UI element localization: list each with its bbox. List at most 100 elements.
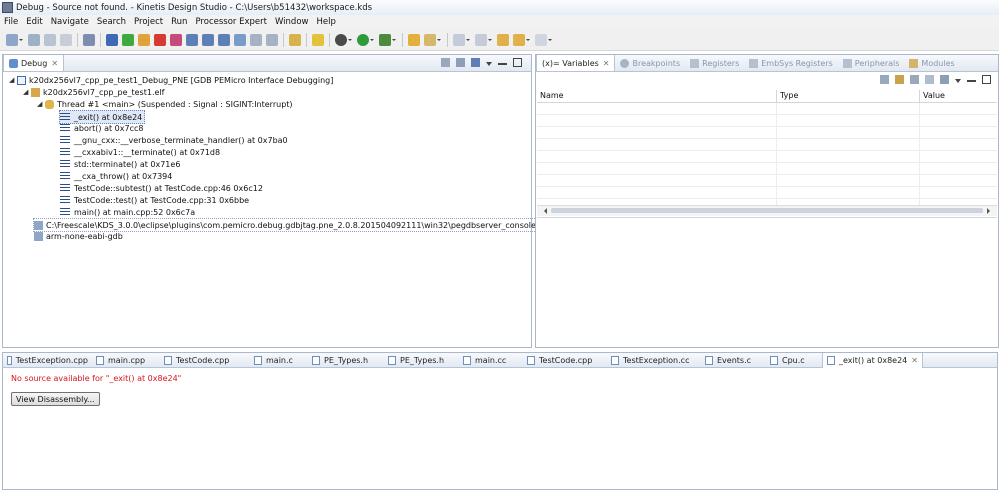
stack-frame[interactable]: __gnu_cxx::__verbose_terminate_handler()… xyxy=(60,134,288,146)
collapse-icon[interactable]: ◢ xyxy=(9,76,17,84)
scroll-thumb[interactable] xyxy=(551,208,983,213)
editor-tab[interactable]: main.cpp xyxy=(92,353,160,368)
search-icon[interactable] xyxy=(424,33,441,46)
column-header-type[interactable]: Type xyxy=(777,90,920,102)
view-disassembly-button[interactable]: View Disassembly... xyxy=(11,392,100,406)
maximize-icon[interactable] xyxy=(513,58,522,67)
minimize-icon[interactable] xyxy=(967,77,976,82)
editor-tab[interactable]: TestException.cc xyxy=(607,353,701,368)
menu-search[interactable]: Search xyxy=(93,17,130,27)
menu-edit[interactable]: Edit xyxy=(22,17,46,27)
restart-icon[interactable] xyxy=(312,33,324,46)
tab-variables[interactable]: (x)= Variables ✕ xyxy=(536,55,616,71)
close-icon[interactable]: ✕ xyxy=(603,59,610,68)
menu-processor-expert[interactable]: Processor Expert xyxy=(191,17,271,27)
detail-pane-divider[interactable] xyxy=(537,217,997,218)
show-type-names-icon[interactable] xyxy=(880,75,889,84)
print-icon[interactable] xyxy=(60,33,72,46)
editor-tab[interactable]: Events.c xyxy=(701,353,766,368)
instruction-stepping-icon[interactable] xyxy=(234,33,246,46)
close-icon[interactable]: ✕ xyxy=(51,59,58,68)
skip-breakpoints-icon[interactable] xyxy=(106,33,118,46)
stack-frame[interactable]: abort() at 0x7cc8 xyxy=(60,122,143,134)
editor-tab[interactable]: TestCode.cpp xyxy=(160,353,250,368)
close-icon[interactable]: ✕ xyxy=(911,356,918,365)
use-step-filters-icon[interactable] xyxy=(266,33,278,46)
debug-launch-icon[interactable] xyxy=(335,33,352,46)
menu-window[interactable]: Window xyxy=(271,17,313,27)
cpp-file-icon xyxy=(96,356,104,365)
resume-icon[interactable] xyxy=(122,33,134,46)
view-menu-icon[interactable] xyxy=(955,78,961,83)
open-type-icon[interactable] xyxy=(408,33,420,46)
editor-tab-active[interactable]: _exit() at 0x8e24 ✕ xyxy=(822,353,923,368)
horizontal-scrollbar[interactable] xyxy=(537,205,997,216)
remove-terminated-icon[interactable] xyxy=(441,58,450,67)
tab-debug[interactable]: Debug ✕ xyxy=(3,55,65,71)
instruction-step-mode-icon[interactable] xyxy=(471,58,480,67)
menu-run[interactable]: Run xyxy=(167,17,191,27)
external-tools-icon[interactable] xyxy=(379,33,396,46)
last-edit-location-icon[interactable] xyxy=(497,33,509,46)
minimize-icon[interactable] xyxy=(498,60,507,65)
suspend-icon[interactable] xyxy=(138,33,150,46)
tree-item-gdb-process[interactable]: arm-none-eabi-gdb xyxy=(34,230,123,242)
forward-icon[interactable] xyxy=(535,33,552,46)
remove-global-variables-icon[interactable] xyxy=(940,75,949,84)
terminate-icon[interactable] xyxy=(154,33,166,46)
previous-annotation-icon[interactable] xyxy=(475,33,492,46)
run-launch-icon[interactable] xyxy=(357,33,374,46)
column-header-name[interactable]: Name xyxy=(537,90,777,102)
scroll-left-icon[interactable] xyxy=(541,208,547,214)
tree-item-elf[interactable]: ◢ k20dx256vl7_cpp_pe_test1.elf xyxy=(23,86,164,98)
tab-peripherals[interactable]: Peripherals xyxy=(838,55,905,71)
step-into-icon[interactable] xyxy=(186,33,198,46)
tab-modules[interactable]: Modules xyxy=(904,55,959,71)
view-menu-icon[interactable] xyxy=(486,61,492,66)
step-return-icon[interactable] xyxy=(218,33,230,46)
menu-help[interactable]: Help xyxy=(312,17,339,27)
drop-to-frame-icon[interactable] xyxy=(250,33,262,46)
menu-project[interactable]: Project xyxy=(130,17,167,27)
editor-tab[interactable]: PE_Types.h xyxy=(384,353,459,368)
collapse-all-icon[interactable] xyxy=(910,75,919,84)
reset-icon[interactable] xyxy=(289,33,301,46)
editor-tab[interactable]: main.cc xyxy=(459,353,523,368)
save-icon[interactable] xyxy=(28,33,40,46)
editor-tab[interactable]: PE_Types.h xyxy=(308,353,384,368)
save-all-icon[interactable] xyxy=(44,33,56,46)
collapse-all-icon[interactable] xyxy=(456,58,465,67)
stack-frame[interactable]: __cxxabiv1::__terminate() at 0x71d8 xyxy=(60,146,220,158)
editor-tab[interactable]: Cpu.c xyxy=(766,353,822,368)
stack-frame[interactable]: __cxa_throw() at 0x7394 xyxy=(60,170,172,182)
build-icon[interactable] xyxy=(83,33,95,46)
menu-navigate[interactable]: Navigate xyxy=(47,17,93,27)
stack-frame[interactable]: main() at main.cpp:52 0x6c7a xyxy=(60,206,195,218)
stack-frame[interactable]: TestCode::subtest() at TestCode.cpp:46 0… xyxy=(60,182,263,194)
menu-file[interactable]: File xyxy=(0,17,22,27)
c-file-icon xyxy=(705,356,713,365)
editor-tab[interactable]: main.c xyxy=(250,353,308,368)
maximize-icon[interactable] xyxy=(982,75,991,84)
tab-breakpoints[interactable]: Breakpoints xyxy=(615,55,685,71)
tree-item-thread[interactable]: ◢ Thread #1 <main> (Suspended : Signal :… xyxy=(37,98,293,110)
tab-embsys-registers[interactable]: EmbSys Registers xyxy=(744,55,838,71)
tab-registers[interactable]: Registers xyxy=(685,55,744,71)
stack-frame-label: _exit() at 0x8e24 xyxy=(74,112,143,122)
disconnect-icon[interactable] xyxy=(170,33,182,46)
editor-tab[interactable]: TestCode.cpp xyxy=(523,353,607,368)
collapse-icon[interactable]: ◢ xyxy=(37,100,45,108)
add-global-variables-icon[interactable] xyxy=(925,75,934,84)
stack-frame[interactable]: TestCode::test() at TestCode.cpp:31 0x6b… xyxy=(60,194,249,206)
show-logical-structure-icon[interactable] xyxy=(895,75,904,84)
back-icon[interactable] xyxy=(513,33,530,46)
tree-item-launch[interactable]: ◢ k20dx256vl7_cpp_pe_test1_Debug_PNE [GD… xyxy=(9,74,333,86)
new-icon[interactable] xyxy=(6,33,23,46)
stack-frame[interactable]: std::terminate() at 0x71e6 xyxy=(60,158,180,170)
next-annotation-icon[interactable] xyxy=(453,33,470,46)
step-over-icon[interactable] xyxy=(202,33,214,46)
column-header-value[interactable]: Value xyxy=(920,90,997,102)
collapse-icon[interactable]: ◢ xyxy=(23,88,31,96)
editor-tab[interactable]: TestException.cpp xyxy=(3,353,92,368)
scroll-right-icon[interactable] xyxy=(987,208,993,214)
